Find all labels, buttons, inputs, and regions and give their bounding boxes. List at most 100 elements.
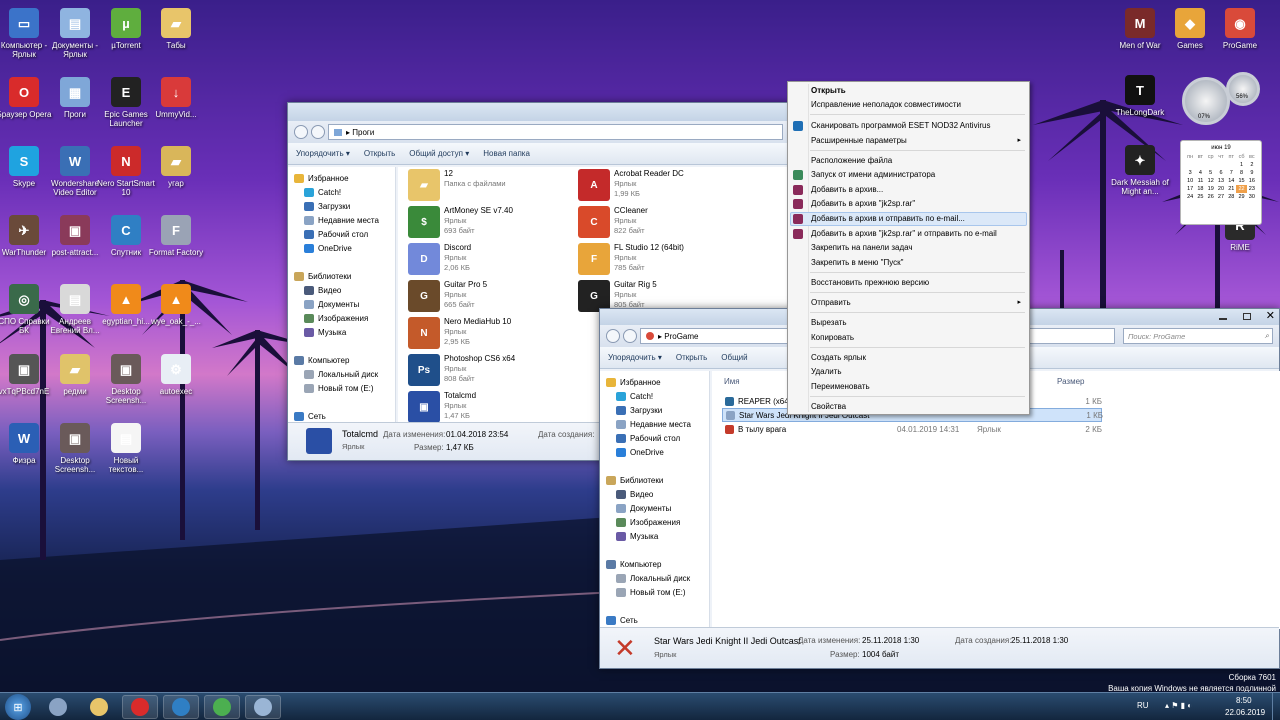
nav-item[interactable]: Видео	[288, 283, 395, 297]
context-menu-item[interactable]: Добавить в архив...	[811, 185, 883, 194]
nav-item[interactable]: Музыка	[600, 529, 709, 543]
calendar-day[interactable]: 13	[1216, 177, 1226, 185]
calendar-day[interactable]: 17	[1185, 185, 1195, 193]
nav-item[interactable]: Компьютер	[600, 557, 709, 571]
navigation-pane[interactable]: Избранное Catch! Загрузки Недавние места Раб…	[600, 371, 710, 629]
calendar-day[interactable]: 25	[1195, 193, 1205, 201]
desktop-icon[interactable]: F Format Factory	[146, 215, 206, 257]
desktop-icon[interactable]: ↓ UmmyVid...	[146, 77, 206, 119]
toolbar-button[interactable]: Упорядочить ▾	[608, 353, 662, 362]
nav-item[interactable]: Рабочий стол	[288, 227, 395, 241]
calendar-day[interactable]: 30	[1247, 193, 1257, 201]
context-menu-item[interactable]: Свойства	[811, 402, 846, 411]
toolbar-button[interactable]: Открыть	[676, 353, 707, 362]
calendar-day[interactable]: 4	[1195, 169, 1205, 177]
clock-date[interactable]: 22.06.2019	[1225, 708, 1265, 717]
show-desktop-button[interactable]	[1272, 693, 1280, 720]
nav-item[interactable]: Компьютер	[288, 353, 395, 367]
context-menu-item[interactable]: Отправить	[811, 298, 851, 307]
calendar-day[interactable]: 9	[1247, 169, 1257, 177]
nav-item[interactable]: Локальный диск	[288, 367, 395, 381]
context-menu-item[interactable]: Сканировать программой ESET NOD32 Antivi…	[811, 121, 990, 130]
calendar-day[interactable]: 2	[1247, 161, 1257, 169]
nav-item[interactable]: Документы	[600, 501, 709, 515]
calendar-day[interactable]	[1185, 161, 1195, 169]
tray-icons[interactable]: ▴ ⚑ ▮ ◐	[1165, 701, 1192, 710]
desktop-icon[interactable]: ▲ wye_oak_-_...	[146, 284, 206, 326]
navigation-pane[interactable]: Избранное Catch! Загрузки Недавние места Раб…	[288, 167, 396, 423]
calendar-day[interactable]: 21	[1226, 185, 1236, 193]
desktop-icon[interactable]: T TheLongDark	[1110, 75, 1170, 117]
calendar-day[interactable]: 20	[1216, 185, 1226, 193]
file-tile[interactable]: G Guitar Pro 5 Ярлык 665 байт	[408, 280, 573, 316]
nav-item[interactable]: Избранное	[600, 375, 709, 389]
nav-item[interactable]: Музыка	[288, 325, 395, 339]
start-button[interactable]: ⊞	[5, 694, 31, 720]
nav-item[interactable]: Библиотеки	[288, 269, 395, 283]
calendar-day[interactable]: 26	[1206, 193, 1216, 201]
nav-item[interactable]: Видео	[600, 487, 709, 501]
desktop-icon[interactable]: ✦ Dark Messiah of Might an...	[1110, 145, 1170, 196]
column-header-name[interactable]: Имя	[724, 377, 740, 386]
context-menu-item[interactable]: Переименовать	[811, 382, 870, 391]
calendar-day[interactable]: 16	[1247, 177, 1257, 185]
taskbar-app-button[interactable]	[81, 695, 117, 719]
calendar-day[interactable]: 18	[1195, 185, 1205, 193]
nav-item[interactable]: Документы	[288, 297, 395, 311]
taskbar-app-button[interactable]	[40, 695, 76, 719]
calendar-day[interactable]: 19	[1206, 185, 1216, 193]
file-tile[interactable]: N Nero MediaHub 10 Ярлык 2,95 КБ	[408, 317, 573, 353]
nav-item[interactable]: Новый том (E:)	[600, 585, 709, 599]
nav-item[interactable]: Библиотеки	[600, 473, 709, 487]
file-row[interactable]: В тылу врага 04.01.2019 14:31 Ярлык 2 КБ	[722, 422, 1102, 436]
column-header-size[interactable]: Размер	[1057, 377, 1085, 386]
desktop-icon[interactable]: ▰ Табы	[146, 8, 206, 50]
language-indicator[interactable]: RU	[1137, 701, 1149, 710]
calendar-day[interactable]: 29	[1236, 193, 1246, 201]
toolbar-button[interactable]: Новая папка	[483, 149, 530, 158]
calendar-day[interactable]: 14	[1226, 177, 1236, 185]
nav-item[interactable]: Избранное	[288, 171, 395, 185]
taskbar-app-button[interactable]	[245, 695, 281, 719]
context-menu-item[interactable]: Удалить	[811, 367, 842, 376]
nav-item[interactable]: Загрузки	[288, 199, 395, 213]
nav-item[interactable]: Сеть	[288, 409, 395, 423]
calendar-day[interactable]: 28	[1226, 193, 1236, 201]
taskbar-app-button[interactable]	[163, 695, 199, 719]
calendar-day[interactable]	[1226, 161, 1236, 169]
context-menu-item[interactable]: Восстановить прежнюю версию	[811, 278, 929, 287]
address-input[interactable]: ▸ Проги	[328, 124, 783, 140]
file-tile[interactable]: F FL Studio 12 (64bit) Ярлык 785 байт	[578, 243, 743, 279]
window-titlebar[interactable]	[288, 103, 789, 121]
nav-item[interactable]: Локальный диск	[600, 571, 709, 585]
file-tile[interactable]: ▰ 12 Папка с файлами	[408, 169, 573, 205]
nav-item[interactable]: Сеть	[600, 613, 709, 627]
file-tile[interactable]: ▣ Totalcmd Ярлык 1,47 КБ	[408, 391, 573, 423]
search-input[interactable]: Поиск: ProGame ⌕	[1123, 328, 1273, 344]
forward-arrow-icon[interactable]	[311, 125, 325, 139]
calendar-day[interactable]: 23	[1247, 185, 1257, 193]
nav-item[interactable]: Изображения	[600, 515, 709, 529]
forward-arrow-icon[interactable]	[623, 329, 637, 343]
taskbar-app-button[interactable]	[122, 695, 158, 719]
nav-item[interactable]: Загрузки	[600, 403, 709, 417]
context-menu-item[interactable]: Расширенные параметры	[811, 136, 907, 145]
file-tile[interactable]: $ ArtMoney SE v7.40 Ярлык 693 байт	[408, 206, 573, 242]
nav-item[interactable]: Рабочий стол	[600, 431, 709, 445]
context-menu-item[interactable]: Открыть	[811, 86, 846, 95]
calendar-day[interactable]: 6	[1216, 169, 1226, 177]
calendar-gadget[interactable]: июн 19 пн вт ср чт пт сб вс 1 2 3 4 5 6 7 8 9 10 11 12 13 14…	[1180, 140, 1262, 225]
close-icon[interactable]: ✕	[1266, 309, 1275, 322]
calendar-day[interactable]: 11	[1195, 177, 1205, 185]
toolbar-button[interactable]: Общий доступ ▾	[409, 149, 469, 158]
toolbar-button[interactable]: Упорядочить ▾	[296, 149, 350, 158]
calendar-day[interactable]: 5	[1206, 169, 1216, 177]
context-menu-item[interactable]: Закрепить в меню "Пуск"	[811, 258, 903, 267]
nav-item[interactable]: OneDrive	[288, 241, 395, 255]
context-menu-item[interactable]: Добавить в архив "jk2sp.rar"	[811, 199, 915, 208]
file-tile[interactable]: Ps Photoshop CS6 x64 Ярлык 808 байт	[408, 354, 573, 390]
cpu-meter-gadget[interactable]: 07% 56%	[1182, 72, 1262, 127]
calendar-day[interactable]: 24	[1185, 193, 1195, 201]
calendar-day[interactable]: 10	[1185, 177, 1195, 185]
calendar-day[interactable]	[1216, 161, 1226, 169]
